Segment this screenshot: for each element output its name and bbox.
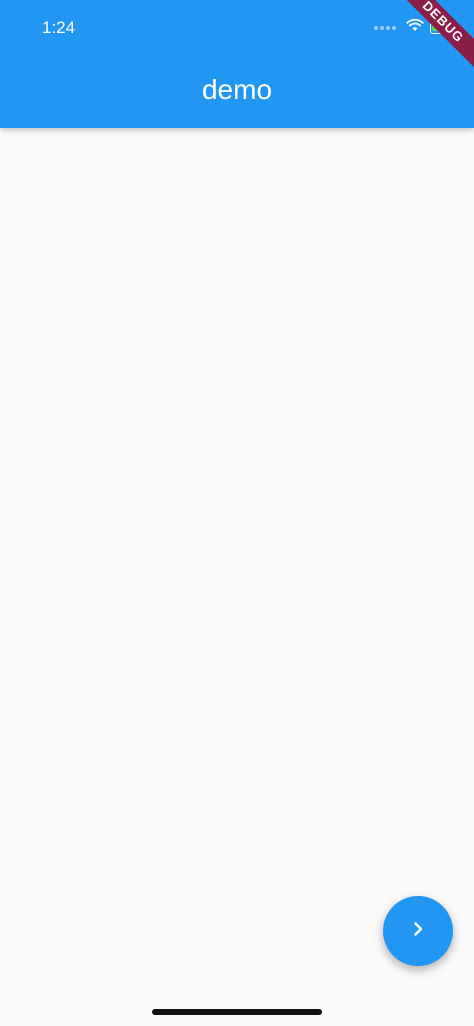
- home-indicator[interactable]: [152, 1009, 322, 1015]
- app-bar: 1:24 demo: [0, 0, 474, 128]
- next-fab-button[interactable]: [383, 896, 453, 966]
- app-screen: 1:24 demo DEBUG: [0, 0, 474, 1026]
- wifi-icon: [406, 18, 424, 37]
- status-time: 1:24: [42, 18, 76, 37]
- page-title: demo: [201, 74, 273, 105]
- chevron-right-icon: [410, 921, 426, 942]
- signal-dots-icon: [374, 25, 396, 30]
- page-body: [0, 128, 474, 1026]
